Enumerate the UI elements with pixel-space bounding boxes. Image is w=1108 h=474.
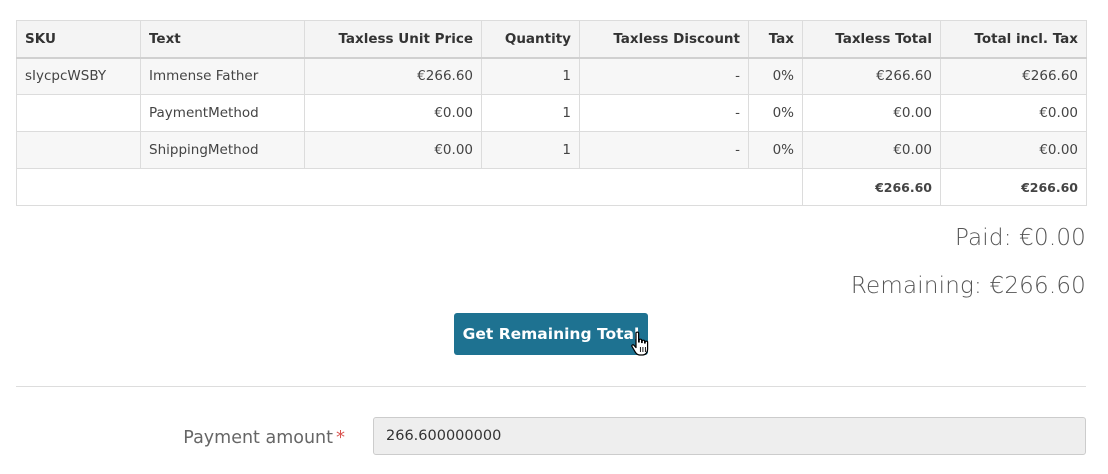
cell-sku — [16, 131, 141, 169]
cell-sku — [16, 94, 141, 132]
cell-text: PaymentMethod — [140, 94, 305, 132]
section-divider — [16, 386, 1086, 387]
cell-total-incl-tax: €0.00 — [940, 94, 1087, 132]
cell-text: ShippingMethod — [140, 131, 305, 169]
header-sku: SKU — [16, 20, 141, 59]
payment-amount-input[interactable] — [373, 417, 1086, 455]
header-taxless-total: Taxless Total — [802, 20, 941, 59]
table-totals-row: €266.60 €266.60 — [16, 168, 1087, 206]
paid-amount: Paid: €0.00 — [954, 225, 1086, 251]
cell-taxless-total: €0.00 — [802, 94, 941, 132]
cell-discount: - — [579, 131, 749, 169]
cell-sku: sIycpcWSBY — [16, 57, 141, 95]
cell-unit-price: €266.60 — [304, 57, 482, 95]
payment-amount-label: Payment amount * — [183, 427, 345, 448]
header-total-incl-tax: Total incl. Tax — [940, 20, 1087, 59]
required-marker: * — [336, 427, 345, 448]
header-tax: Tax — [748, 20, 803, 59]
cell-discount: - — [579, 57, 749, 95]
cell-tax: 0% — [748, 57, 803, 95]
header-text: Text — [140, 20, 305, 59]
header-quantity: Quantity — [481, 20, 580, 59]
cell-taxless-total: €266.60 — [802, 57, 941, 95]
payment-amount-label-text: Payment amount — [183, 428, 333, 448]
total-taxless: €266.60 — [802, 168, 941, 206]
cell-unit-price: €0.00 — [304, 131, 482, 169]
cell-tax: 0% — [748, 94, 803, 132]
cell-tax: 0% — [748, 131, 803, 169]
cell-quantity: 1 — [481, 57, 580, 95]
cell-total-incl-tax: €266.60 — [940, 57, 1087, 95]
order-lines-table: SKU Text Taxless Unit Price Quantity Tax… — [16, 20, 1087, 206]
totals-spacer — [16, 168, 803, 206]
cell-quantity: 1 — [481, 94, 580, 132]
cell-text: Immense Father — [140, 57, 305, 95]
table-row: ShippingMethod €0.00 1 - 0% €0.00 €0.00 — [16, 131, 1087, 169]
header-taxless-unit-price: Taxless Unit Price — [304, 20, 482, 59]
cell-discount: - — [579, 94, 749, 132]
get-remaining-total-button[interactable]: Get Remaining Total — [454, 313, 648, 355]
total-incl-tax: €266.60 — [940, 168, 1087, 206]
table-row: PaymentMethod €0.00 1 - 0% €0.00 €0.00 — [16, 94, 1087, 132]
cell-total-incl-tax: €0.00 — [940, 131, 1087, 169]
table-header-row: SKU Text Taxless Unit Price Quantity Tax… — [16, 20, 1087, 59]
cell-quantity: 1 — [481, 131, 580, 169]
header-taxless-discount: Taxless Discount — [579, 20, 749, 59]
cell-unit-price: €0.00 — [304, 94, 482, 132]
cell-taxless-total: €0.00 — [802, 131, 941, 169]
hand-pointer-icon — [631, 331, 649, 356]
remaining-amount: Remaining: €266.60 — [850, 273, 1086, 299]
table-row: sIycpcWSBY Immense Father €266.60 1 - 0%… — [16, 57, 1087, 95]
